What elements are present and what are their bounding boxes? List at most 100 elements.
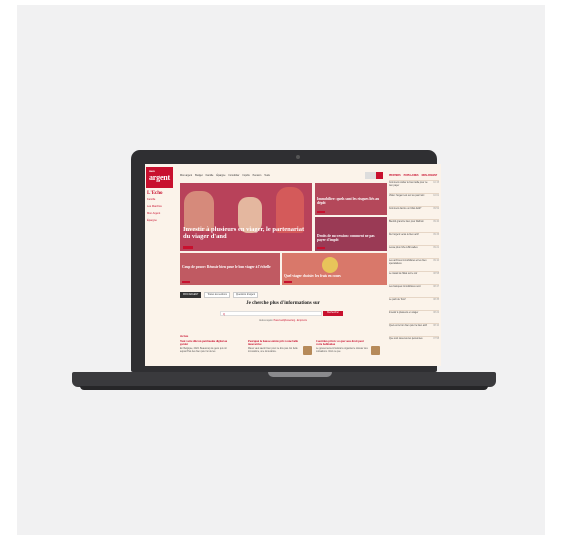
site-logo[interactable]: mon argent bbox=[146, 167, 173, 188]
news-time: 09:10 bbox=[433, 260, 439, 262]
news-item[interactable]: De l'argent versé le bien actif 09:33 bbox=[389, 232, 439, 237]
card-tag bbox=[284, 281, 292, 283]
tab-mon-argent[interactable]: MON ARGENT bbox=[422, 175, 438, 177]
laptop-screen: mon argent L'Echo Famille Les Marchés Mo… bbox=[145, 164, 441, 366]
search-question: Je cherche plus d'informations sur bbox=[246, 301, 320, 306]
news-item[interactable]: Investir à plusieurs en viager 08:22 bbox=[389, 310, 439, 315]
article-thumbnail bbox=[303, 346, 312, 355]
news-item[interactable]: Quel est le bon bien pour le bien actif 0… bbox=[389, 323, 439, 328]
news-time: 09:33 bbox=[433, 234, 439, 236]
article-title[interactable]: Contrôles privés: ce que vous droit pour… bbox=[316, 340, 368, 347]
laptop-notch bbox=[268, 372, 332, 377]
nav-item[interactable]: Pension bbox=[253, 174, 262, 179]
hero-title[interactable]: Investir à plusieurs en viager, le parte… bbox=[183, 226, 308, 240]
pill-sections[interactable]: Toutes les sections bbox=[204, 292, 230, 298]
news-text: Le parti de "Eco" bbox=[389, 299, 407, 301]
news-time: 08:22 bbox=[433, 312, 439, 314]
card-caption[interactable]: Immobilier: quels sont les risques liés … bbox=[317, 197, 383, 205]
article-teaser[interactable]: Contrôles privés: ce que vous droit pour… bbox=[316, 340, 380, 366]
tab-populaires[interactable]: POPULAIRES bbox=[404, 175, 419, 177]
card-tag bbox=[317, 211, 325, 213]
right-tabs: PRINTERS POPULAIRES MON ARGENT bbox=[389, 175, 437, 177]
news-time: 09:52 bbox=[433, 208, 439, 210]
news-time: 08:10 bbox=[433, 325, 439, 327]
sidebar-link[interactable]: Les Marchés bbox=[147, 205, 162, 208]
logo-brand: argent bbox=[149, 173, 171, 182]
news-time: 10:15 bbox=[433, 182, 439, 184]
news-text: Les banques immobilières sont bbox=[389, 286, 421, 288]
sidebar-link[interactable]: Épargne bbox=[147, 219, 157, 222]
sidebar-title[interactable]: L'Echo bbox=[147, 191, 163, 196]
news-item[interactable]: Comment résilier le bien taille pour ne … bbox=[389, 180, 439, 188]
sidebar-link[interactable]: Famille bbox=[147, 198, 155, 201]
tab-printers[interactable]: PRINTERS bbox=[389, 175, 401, 177]
article-body: Le gouvernement fédéral a organisé le do… bbox=[316, 347, 368, 353]
news-text: Que sont devenus les personnes bbox=[389, 338, 423, 340]
news-text: Bientôt grand le bien pour Rahmin bbox=[389, 221, 424, 223]
article-body: En Belgique, 2024. Beaucoup de gens qui … bbox=[180, 347, 227, 353]
pill-questions[interactable]: Questions d'argent bbox=[232, 292, 259, 298]
header-search-button[interactable] bbox=[376, 172, 383, 179]
news-item[interactable]: Comment décrire un billet délit? 09:52 bbox=[389, 206, 439, 211]
news-time: 09:21 bbox=[433, 247, 439, 249]
search-button[interactable]: Rechercher bbox=[323, 311, 343, 316]
news-item[interactable]: Lesse plus riche à Bruxelles 09:21 bbox=[389, 245, 439, 250]
article-body: Mieux vaut savoir bien pour ne dire pas.… bbox=[248, 347, 298, 353]
article-card[interactable]: Coup de pouce: Réussir bien pour le bon … bbox=[180, 253, 280, 285]
news-text: Lesse plus riche à Bruxelles bbox=[389, 247, 418, 249]
news-text: Les archives immobilières et les bien sp… bbox=[389, 260, 427, 265]
camera-icon bbox=[296, 155, 300, 159]
card-tag bbox=[182, 281, 190, 283]
news-text: De l'argent versé le bien actif bbox=[389, 234, 419, 236]
news-item[interactable]: Les archives immobilières et les bien sp… bbox=[389, 258, 439, 266]
article-card[interactable]: Quel viager choisir: les frais en cours bbox=[282, 253, 387, 285]
news-item[interactable]: Le parti de "Eco" 08:35 bbox=[389, 297, 439, 302]
news-time: 09:40 bbox=[433, 221, 439, 223]
nav-item[interactable]: Famille bbox=[206, 174, 214, 179]
article-title[interactable]: Pourquoi la hausse entrée prix à une bel… bbox=[248, 340, 300, 347]
news-text: Investir à plusieurs en viager bbox=[389, 312, 419, 314]
nav-item[interactable]: Impôts bbox=[242, 174, 249, 179]
article-thumbnail bbox=[371, 346, 380, 355]
section-title: Actus bbox=[180, 334, 189, 338]
nav-item[interactable]: Tests bbox=[264, 174, 270, 179]
news-time: 10:01 bbox=[433, 195, 439, 197]
article-title[interactable]: Tout votre dité un patrimoine digital ou… bbox=[180, 340, 232, 347]
hero-tag bbox=[183, 246, 193, 249]
card-caption[interactable]: Coup de pouce: Réussir bien pour le bon … bbox=[182, 265, 274, 269]
nav-item[interactable]: Épargne bbox=[216, 174, 225, 179]
nav-item[interactable]: Immobilier bbox=[228, 174, 239, 179]
search-examples: Autres sujets: Pass bedrijfsvoertuig - E… bbox=[180, 320, 386, 322]
search-input[interactable]: Q bbox=[220, 311, 322, 316]
article-teaser[interactable]: Tout votre dité un patrimoine digital ou… bbox=[180, 340, 244, 366]
card-caption[interactable]: Quel viager choisir: les frais en cours bbox=[284, 274, 382, 278]
card-caption[interactable]: Droits de succession: comment ne pas pay… bbox=[317, 234, 383, 242]
news-text: Le travail de l'Etat sur le sûr bbox=[389, 273, 418, 275]
article-card[interactable]: Immobilier: quels sont les risques liés … bbox=[315, 183, 387, 215]
news-item[interactable]: Bientôt grand le bien pour Rahmin 09:40 bbox=[389, 219, 439, 224]
news-item[interactable]: Que sont devenus les personnes 07:58 bbox=[389, 336, 439, 341]
nav-item[interactable]: Budget bbox=[195, 174, 203, 179]
news-time: 08:35 bbox=[433, 299, 439, 301]
news-item[interactable]: Les banques immobilières sont 08:47 bbox=[389, 284, 439, 289]
article-teaser[interactable]: Pourquoi la hausse entrée prix à une bel… bbox=[248, 340, 312, 366]
hero-article[interactable]: Investir à plusieurs en viager, le parte… bbox=[180, 183, 312, 251]
article-card[interactable]: Droits de succession: comment ne pas pay… bbox=[315, 217, 387, 251]
sidebar-link[interactable]: Mon Argent bbox=[147, 212, 160, 215]
news-text: Quel est le bon bien pour le bien actif bbox=[389, 325, 427, 327]
section-pills: MON ARGENT Toutes les sections Questions… bbox=[180, 292, 259, 298]
news-text: Vidéo: l'argent est sur les pas l'ami bbox=[389, 195, 425, 197]
laptop-base-bottom bbox=[80, 386, 488, 390]
examples-links[interactable]: Pass bedrijfsvoertuig - Emprunts bbox=[274, 320, 307, 322]
site-sidebar: mon argent L'Echo Famille Les Marchés Mo… bbox=[145, 164, 173, 366]
news-item[interactable]: Vidéo: l'argent est sur les pas l'ami 10:… bbox=[389, 193, 439, 198]
hero-photo-person bbox=[184, 191, 214, 231]
news-item[interactable]: Le travail de l'Etat sur le sûr 08:58 bbox=[389, 271, 439, 276]
nav-item[interactable]: Mon argent bbox=[180, 174, 192, 179]
news-time: 08:58 bbox=[433, 273, 439, 275]
card-photo bbox=[322, 257, 338, 273]
news-time: 08:47 bbox=[433, 286, 439, 288]
top-nav: Mon argent Budget Famille Épargne Immobi… bbox=[180, 174, 270, 179]
news-text: Comment résilier le bien taille pour ne … bbox=[389, 182, 428, 187]
pill-mon-argent[interactable]: MON ARGENT bbox=[180, 292, 202, 298]
